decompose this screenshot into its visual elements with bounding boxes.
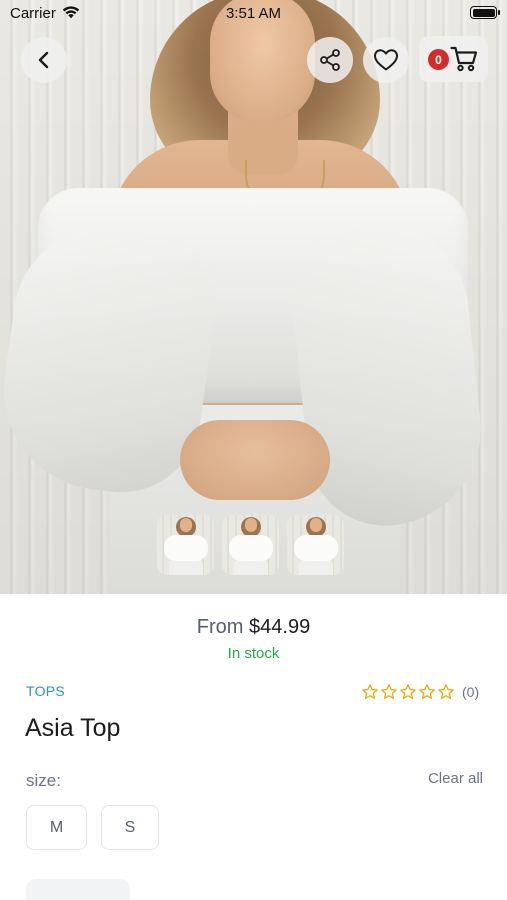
stock-status: In stock	[227, 645, 280, 662]
status-bar: Carrier 3:51 AM	[0, 0, 507, 28]
clear-all-button[interactable]: Clear all	[380, 770, 483, 787]
wishlist-button[interactable]	[363, 37, 409, 83]
status-time: 3:51 AM	[225, 5, 282, 22]
photo-shade	[0, 0, 507, 594]
thumbnail-top	[229, 535, 273, 561]
thumbnail-2[interactable]	[222, 515, 279, 575]
thumbnail-face	[245, 518, 257, 532]
battery-icon	[470, 6, 500, 19]
thumbnail-face	[180, 518, 192, 532]
star-outline-icon	[400, 684, 416, 699]
thumbnail-top	[164, 535, 208, 561]
cart-icon	[450, 46, 478, 72]
thumbnail-3[interactable]	[287, 515, 344, 575]
product-image[interactable]	[0, 0, 507, 594]
cart-count-badge: 0	[428, 49, 449, 70]
heart-icon	[374, 49, 398, 71]
star-outline-icon	[381, 684, 397, 699]
thumbnail-top	[294, 535, 338, 561]
thumbnail-1[interactable]	[157, 515, 214, 575]
price-value: $44.99	[249, 616, 311, 638]
product-title: Asia Top	[25, 714, 121, 742]
thumbnail-skirt	[234, 559, 268, 575]
thumbnail-skirt	[169, 559, 203, 575]
thumbnail-face	[310, 518, 322, 532]
quantity-control[interactable]	[26, 879, 130, 900]
price-prefix: From	[196, 616, 244, 638]
star-outline-icon	[438, 684, 454, 699]
size-label: size:	[26, 771, 61, 790]
share-button[interactable]	[307, 37, 353, 83]
cart-button[interactable]: 0	[419, 36, 488, 82]
size-option-m[interactable]: M	[26, 805, 87, 850]
size-option-s[interactable]: S	[101, 805, 159, 850]
star-outline-icon	[362, 684, 378, 699]
star-outline-icon	[419, 684, 435, 699]
category-link[interactable]: TOPS	[26, 683, 65, 699]
share-icon	[320, 49, 340, 71]
chevron-left-icon	[38, 51, 49, 69]
rating[interactable]: (0)	[361, 683, 479, 701]
price-line: From $44.99	[0, 616, 507, 639]
thumbnail-skirt	[299, 559, 333, 575]
review-count: (0)	[462, 684, 480, 700]
image-thumbnails	[157, 515, 357, 575]
back-button[interactable]	[21, 37, 67, 83]
